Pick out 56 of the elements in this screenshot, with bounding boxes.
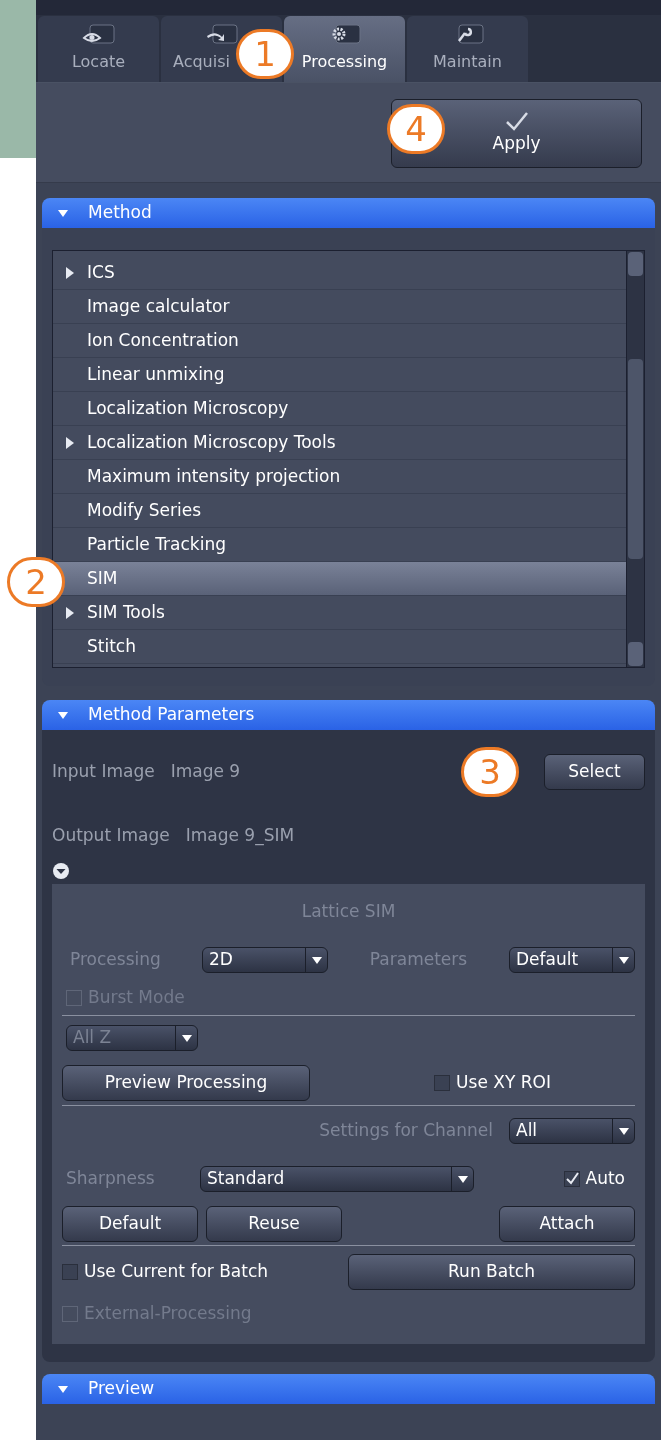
field-label: Processing [69,948,162,972]
checkbox[interactable] [434,1074,451,1091]
method-list-item[interactable]: Maximum intensity projection [53,460,626,494]
expand-arrow-icon [66,606,74,619]
method-list-item[interactable]: Localization Microscopy [53,392,626,426]
tab[interactable]: Maintain [407,16,528,82]
field-label: Sharpness [65,1167,156,1191]
action-button[interactable]: Default [62,1205,198,1242]
caret-icon [58,711,68,719]
field-label: Input Image [52,760,155,784]
caret-icon [181,1034,192,1042]
method-list-item[interactable]: Modify Series [53,494,626,528]
field-value: Image 9_SIM [185,824,295,848]
caret-icon [618,1127,629,1135]
checkbox-label: Use Current for Batch [84,1260,269,1284]
parameters-dropdown[interactable]: Default [509,947,635,973]
run-batch-button[interactable]: Run Batch [348,1254,635,1290]
caret-icon [311,956,322,964]
method-list-item[interactable]: Localization Microscopy Tools [53,426,626,460]
scrollbar[interactable] [626,251,644,667]
checkbox-label: Auto [585,1167,625,1191]
caret-icon [618,956,629,964]
method-list-item[interactable]: Ion Concentration [53,324,626,358]
checkbox[interactable] [563,1171,580,1187]
select-button[interactable]: Select [544,754,645,790]
field-label: Parameters [368,948,469,972]
method-list-item[interactable]: SIM [53,562,626,596]
field-label: Output Image [52,824,170,848]
action-button[interactable]: Reuse [206,1205,342,1242]
callout-tooltip: 2 [7,557,65,607]
sharpness-dropdown[interactable]: Standard [200,1166,474,1192]
field-value: Image 9 [170,761,241,782]
tab[interactable]: Locate [38,16,159,82]
caret-icon [457,1175,468,1183]
processing-dropdown[interactable]: 2D [202,947,328,973]
preview-processing-button[interactable]: Preview Processing [62,1064,310,1101]
caret-icon [58,1385,68,1393]
checkbox[interactable] [62,1264,78,1280]
expand-arrow-icon [66,436,74,449]
collapse-icon [52,862,70,880]
section-header[interactable]: Method Parameters [42,700,655,730]
checkmark-icon [504,110,529,131]
method-list-item[interactable]: Stitch [53,630,626,664]
checkbox-label: Use XY ROI [456,1070,551,1094]
field-label: Settings for Channel [319,1119,493,1143]
caret-icon [58,209,68,217]
method-list-item[interactable]: Image calculator [53,290,626,324]
tab[interactable]: Processing [284,16,405,82]
method-list-item[interactable]: Linear unmixing [53,358,626,392]
group-title: Lattice SIM [301,900,396,924]
section-header[interactable]: Preview [42,1374,655,1404]
channel-dropdown[interactable]: All [509,1118,635,1144]
action-button[interactable]: Attach [499,1205,635,1242]
section-header[interactable]: Method [42,198,655,228]
method-list-item[interactable]: ICS [53,256,626,290]
expand-arrow-icon [66,266,74,279]
